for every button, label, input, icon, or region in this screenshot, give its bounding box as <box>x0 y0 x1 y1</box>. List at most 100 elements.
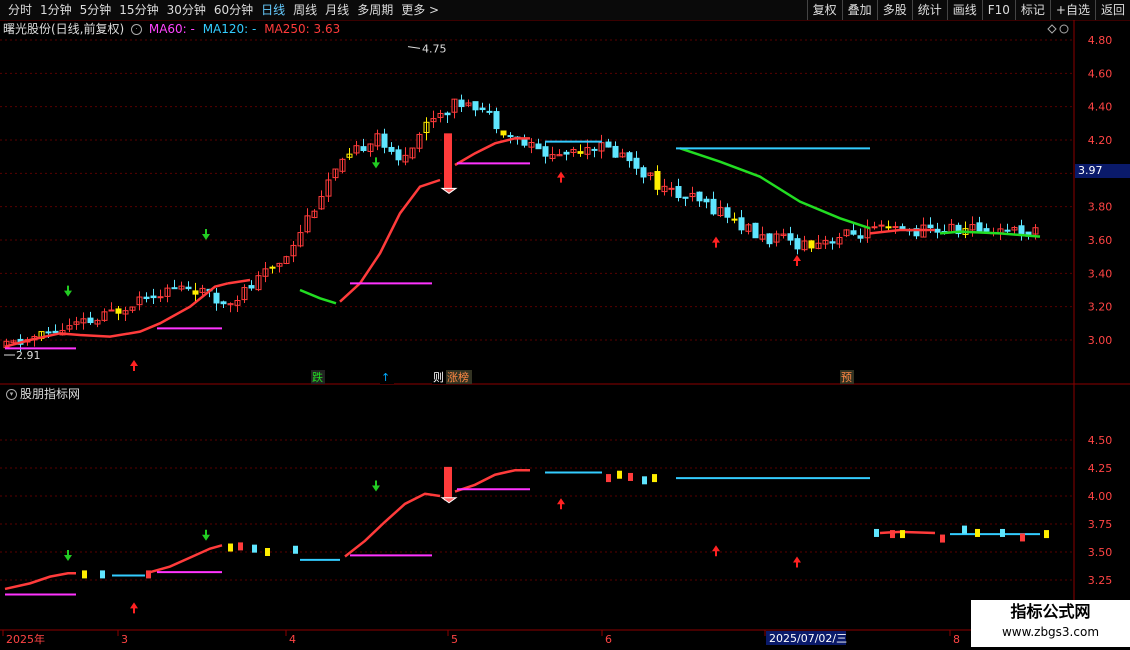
main-y-tick: 3.60 <box>1088 234 1113 247</box>
candle-body <box>934 228 941 233</box>
event-marker-label: 则 <box>433 371 444 384</box>
candle-body <box>185 286 192 290</box>
candle-body <box>220 301 227 305</box>
main-y-tick: 4.80 <box>1088 34 1113 47</box>
candle-body <box>150 295 157 299</box>
candle-body <box>248 285 255 289</box>
candle-body <box>381 133 388 148</box>
settings-circle-icon[interactable]: · <box>131 24 143 35</box>
x-axis-label: 4 <box>289 633 296 646</box>
candle-body <box>675 186 682 198</box>
sub-candle <box>900 530 905 539</box>
x-axis-label: 3 <box>121 633 128 646</box>
candle-body <box>752 222 759 239</box>
candle-body <box>654 171 661 190</box>
circle-outline-icon <box>1059 24 1069 34</box>
event-marker-label: ↑ <box>381 371 390 384</box>
sub-candle <box>874 528 879 537</box>
candles-group <box>3 94 1039 352</box>
sub-candle <box>293 545 298 554</box>
sub-y-tick: 4.50 <box>1088 434 1113 447</box>
sub-up-arrow-icon <box>793 556 801 568</box>
up-arrow-icon <box>793 255 801 266</box>
watermark: 指标公式网 www.zbgs3.com <box>971 600 1130 647</box>
candle-body <box>794 238 801 250</box>
candle-body <box>871 226 878 229</box>
candle-body <box>899 226 906 230</box>
x-axis-label: 8 <box>953 633 960 646</box>
sub-y-tick: 4.00 <box>1088 490 1113 503</box>
main-y-tick: 3.00 <box>1088 334 1113 347</box>
candle-body <box>577 151 584 154</box>
candle-body <box>388 146 395 152</box>
ma60-label: MA60: - <box>148 22 195 36</box>
sub-candle <box>146 570 151 579</box>
sub-candle <box>617 470 622 479</box>
up-arrow-icon <box>130 360 138 371</box>
sub-candle <box>975 528 980 537</box>
candle-body <box>171 287 178 290</box>
candle-body <box>479 107 486 111</box>
sub-candle <box>1000 528 1005 537</box>
candle-body <box>668 187 675 190</box>
sub-up-arrow-icon <box>712 545 720 557</box>
candle-body <box>143 296 150 300</box>
indicator-settings-icon[interactable]: ▾ <box>6 389 17 400</box>
candle-body <box>458 99 465 108</box>
current-price-tag: 3.97 <box>1075 164 1130 178</box>
candle-body <box>885 226 892 229</box>
candle-body <box>710 198 717 215</box>
candle-body <box>472 101 479 111</box>
main-y-tick: 4.40 <box>1088 101 1113 114</box>
chart-canvas[interactable]: 4.80 4.60 4.40 4.20 3.80 3.60 3.40 3.20 3.00 4.50… <box>0 0 1130 650</box>
high-price-label: 4.75 <box>422 42 447 55</box>
candle-body <box>493 111 500 130</box>
sub-candle <box>652 474 657 483</box>
low-price-label: 2.91 <box>16 349 41 362</box>
candle-body <box>857 235 864 239</box>
down-arrow-icon <box>64 285 72 297</box>
ma250-label: MA250: 3.63 <box>264 22 341 36</box>
watermark-title: 指标公式网 <box>1010 602 1091 621</box>
candle-body <box>360 146 367 152</box>
x-axis-label: 6 <box>605 633 612 646</box>
candle-body <box>892 226 899 229</box>
candle-body <box>738 217 745 231</box>
candle-body <box>500 130 507 136</box>
sub-chart-title: ▾ 股朋指标网 <box>3 386 80 402</box>
diamond-icon <box>440 187 458 194</box>
sub-up-arrow-icon <box>130 602 138 614</box>
candle-body <box>213 292 220 304</box>
down-arrow-icon <box>202 229 210 240</box>
green-line-c <box>939 230 1041 238</box>
candle-body <box>115 308 122 314</box>
candle-body <box>444 112 451 116</box>
candle-body <box>87 317 94 324</box>
candle-body <box>605 141 612 148</box>
sub-red-line-a <box>4 572 76 591</box>
candle-body <box>1018 225 1025 235</box>
signal-bar <box>444 133 452 190</box>
candle-body <box>507 135 514 138</box>
sub-candle <box>100 570 105 579</box>
event-marker-label: 涨榜 <box>447 370 469 384</box>
candle-body <box>1004 229 1011 232</box>
diamond-outline-icon <box>1047 24 1057 34</box>
sub-candle <box>962 525 967 534</box>
candle-body <box>682 196 689 199</box>
candle-body <box>486 110 493 113</box>
event-marker-label: 预 <box>841 371 852 384</box>
ma250-line-c <box>454 137 530 167</box>
candle-body <box>395 149 402 161</box>
candle-body <box>983 228 990 232</box>
candle-body <box>731 218 738 221</box>
main-y-tick: 3.20 <box>1088 301 1113 314</box>
stock-name: 曙光股份(日线,前复权) <box>3 22 125 36</box>
main-chart-title: 曙光股份(日线,前复权) · MA60: - MA120: - MA250: 3… <box>3 21 340 37</box>
candle-body <box>192 290 199 295</box>
candle-body <box>633 157 640 169</box>
candle-body <box>108 309 115 312</box>
candle-body <box>269 266 276 269</box>
candle-body <box>696 191 703 202</box>
sub-candle <box>82 570 87 579</box>
